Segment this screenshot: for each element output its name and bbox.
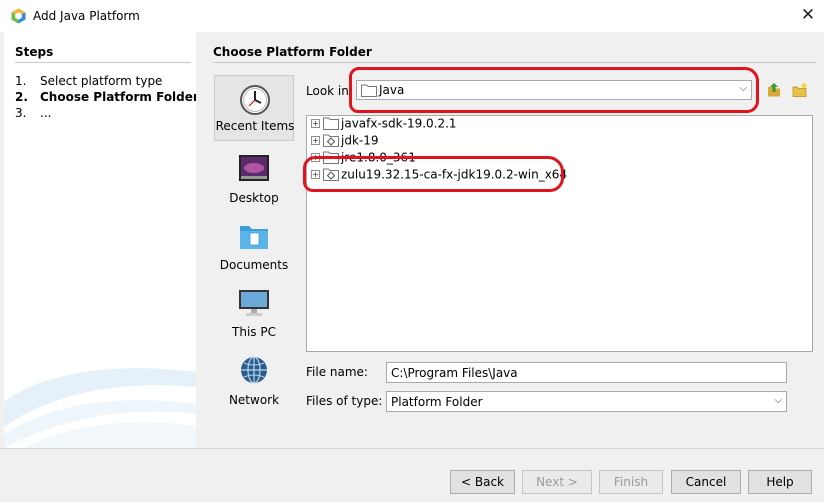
steps-panel: Steps 1. Select platform type 2. Choose Pl… bbox=[4, 32, 196, 448]
file-name-label: File name: bbox=[306, 365, 368, 379]
place-label: This PC bbox=[232, 325, 276, 339]
tree-item-label: zulu19.32.15-ca-fx-jdk19.0.2-win_x64 bbox=[341, 167, 568, 182]
window-title: Add Java Platform bbox=[33, 9, 140, 23]
step-label: Choose Platform Folder bbox=[40, 90, 196, 104]
place-this-pc[interactable]: This PC bbox=[214, 285, 294, 345]
folder-icon bbox=[323, 117, 339, 130]
panel-divider bbox=[213, 62, 816, 63]
desktop-icon bbox=[239, 155, 269, 181]
step-number: 1. bbox=[15, 74, 27, 88]
steps-divider bbox=[15, 62, 191, 63]
place-desktop[interactable]: Desktop bbox=[214, 151, 294, 211]
folder-icon bbox=[323, 151, 339, 164]
place-network[interactable]: Network bbox=[214, 352, 294, 412]
look-in-value: Java bbox=[379, 83, 405, 97]
files-of-type-select[interactable]: Platform Folder ⌵ bbox=[386, 391, 787, 412]
files-of-type-value: Platform Folder bbox=[391, 395, 483, 409]
tree-item[interactable]: + javafx-sdk-19.0.2.1 bbox=[311, 116, 457, 133]
place-documents[interactable]: Documents bbox=[214, 218, 294, 278]
steps-title: Steps bbox=[15, 45, 54, 59]
file-name-value: C:\Program Files\Java bbox=[391, 366, 518, 380]
next-button[interactable]: Next > bbox=[522, 470, 592, 494]
close-icon[interactable]: ✕ bbox=[798, 4, 818, 26]
step-item: 3.... bbox=[15, 106, 51, 120]
step-label: Select platform type bbox=[40, 74, 163, 88]
files-of-type-label: Files of type: bbox=[306, 394, 383, 408]
platform-folder-icon bbox=[323, 168, 339, 181]
look-in-select[interactable]: Java ⌵ bbox=[356, 80, 752, 100]
step-number: 2. bbox=[15, 90, 28, 104]
panel-title: Choose Platform Folder bbox=[213, 45, 372, 59]
chevron-down-icon: ⌵ bbox=[774, 395, 782, 406]
step-item-current: 2. Choose Platform Folder bbox=[15, 90, 196, 104]
tree-item-label: jre1.8.0_361 bbox=[341, 150, 416, 165]
title-bar: Add Java Platform ✕ bbox=[0, 0, 824, 32]
globe-icon bbox=[241, 356, 267, 384]
look-in-label: Look in: bbox=[306, 84, 353, 98]
file-name-input[interactable]: C:\Program Files\Java bbox=[386, 362, 787, 383]
tree-item-label: jdk-19 bbox=[341, 133, 379, 148]
folder-tree[interactable]: + javafx-sdk-19.0.2.1 + jdk-19 + jre1.8.0_3… bbox=[306, 115, 813, 352]
swoosh-decoration bbox=[4, 368, 196, 448]
new-folder-icon[interactable] bbox=[792, 82, 808, 98]
tree-item-label: javafx-sdk-19.0.2.1 bbox=[341, 116, 457, 131]
content-panel: Choose Platform Folder Recent Items Desk… bbox=[196, 32, 824, 448]
clock-icon bbox=[240, 85, 270, 115]
expand-icon[interactable]: + bbox=[311, 153, 320, 162]
place-label: Desktop bbox=[229, 191, 279, 205]
step-label: ... bbox=[40, 106, 52, 120]
step-number: 3. bbox=[15, 106, 27, 120]
up-folder-icon[interactable] bbox=[766, 82, 782, 98]
place-label: Documents bbox=[219, 258, 289, 272]
expand-icon[interactable]: + bbox=[311, 119, 320, 128]
platform-folder-icon bbox=[323, 134, 339, 147]
place-recent-items[interactable]: Recent Items bbox=[214, 75, 294, 141]
tree-item[interactable]: + jdk-19 bbox=[311, 133, 379, 150]
tree-item[interactable]: + jre1.8.0_361 bbox=[311, 150, 416, 167]
step-item: 1. Select platform type bbox=[15, 74, 162, 88]
folder-icon bbox=[361, 84, 377, 97]
finish-button[interactable]: Finish bbox=[599, 470, 663, 494]
expand-icon[interactable]: + bbox=[311, 136, 320, 145]
app-logo-icon bbox=[11, 8, 26, 24]
places-bar: Recent Items Desktop Documents This PC N… bbox=[214, 75, 294, 407]
tree-item[interactable]: + zulu19.32.15-ca-fx-jdk19.0.2-win_x64 bbox=[311, 167, 567, 184]
help-button[interactable]: Help bbox=[748, 470, 812, 494]
expand-icon[interactable]: + bbox=[311, 170, 320, 179]
cancel-button[interactable]: Cancel bbox=[671, 470, 741, 494]
place-label: Network bbox=[228, 393, 280, 407]
monitor-icon bbox=[239, 290, 269, 316]
place-label: Recent Items bbox=[215, 119, 295, 133]
back-button[interactable]: < Back bbox=[450, 470, 515, 494]
chevron-down-icon: ⌵ bbox=[739, 83, 747, 94]
folder-icon bbox=[240, 226, 268, 249]
